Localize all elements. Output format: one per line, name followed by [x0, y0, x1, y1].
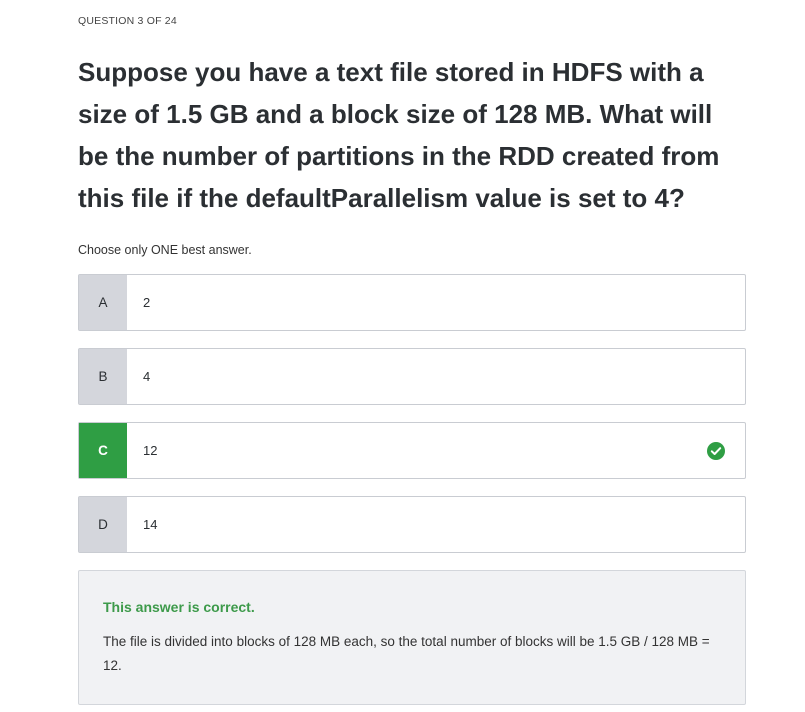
option-d[interactable]: D 14: [78, 496, 746, 553]
answer-options: A 2 B 4 C 12 D 14: [78, 274, 746, 553]
check-circle-icon: [707, 441, 725, 460]
feedback-explanation: The file is divided into blocks of 128 M…: [103, 634, 710, 673]
option-text: 4: [143, 369, 151, 384]
question-text: Suppose you have a text file stored in H…: [78, 57, 720, 213]
option-letter: C: [79, 423, 127, 478]
option-a[interactable]: A 2: [78, 274, 746, 331]
quiz-container: QUESTION 3 OF 24 Suppose you have a text…: [78, 0, 746, 705]
option-letter: B: [79, 349, 127, 404]
feedback-title: This answer is correct.: [103, 599, 255, 615]
answer-feedback-panel: This answer is correct. The file is divi…: [78, 570, 746, 705]
question-counter: QUESTION 3 OF 24: [78, 15, 177, 27]
option-text: 12: [143, 443, 158, 458]
option-text: 2: [143, 295, 151, 310]
option-letter: A: [79, 275, 127, 330]
answer-instruction: Choose only ONE best answer.: [78, 243, 252, 257]
option-b[interactable]: B 4: [78, 348, 746, 405]
option-text: 14: [143, 517, 158, 532]
option-c[interactable]: C 12: [78, 422, 746, 479]
option-letter: D: [79, 497, 127, 552]
